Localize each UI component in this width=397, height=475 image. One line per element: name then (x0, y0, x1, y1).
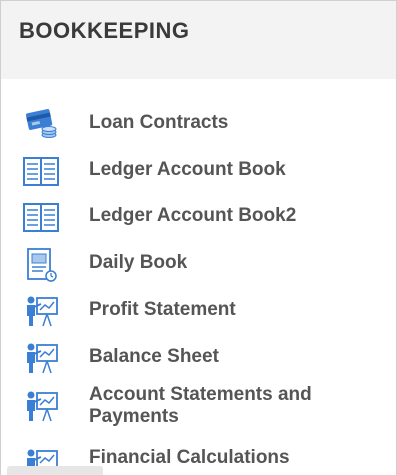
menu-label-ledger-account-book: Ledger Account Book (89, 159, 286, 180)
menu-item-ledger-account-book[interactable]: Ledger Account Book (1, 150, 396, 190)
menu-item-balance-sheet[interactable]: Balance Sheet (1, 337, 396, 377)
bookkeeping-panel: BOOKKEEPING Loan Contracts Ledger Accoun… (0, 0, 397, 475)
menu-item-profit-statement[interactable]: Profit Statement (1, 290, 396, 330)
menu-label-daily-book: Daily Book (89, 252, 188, 273)
presentation-icon (21, 387, 61, 427)
presentation-icon (21, 292, 61, 332)
menu-label-account-statements-and-payments: Account Statements and Payments (89, 384, 312, 427)
menu-label-profit-statement: Profit Statement (89, 299, 236, 320)
loan-card-icon (21, 105, 61, 145)
panel-title: BOOKKEEPING (19, 18, 190, 43)
menu-item-daily-book[interactable]: Daily Book (1, 243, 396, 283)
menu-item-account-statements-and-payments[interactable]: Account Statements and Payments (1, 382, 396, 432)
ledger-book-icon (21, 198, 61, 238)
presentation-icon (21, 339, 61, 379)
panel-header: BOOKKEEPING (1, 1, 396, 79)
menu-item-ledger-account-book2[interactable]: Ledger Account Book2 (1, 196, 396, 236)
menu-label-ledger-account-book2: Ledger Account Book2 (89, 205, 297, 226)
menu-label-loan-contracts: Loan Contracts (89, 112, 229, 133)
menu-label-financial-calculations: Financial Calculations (89, 447, 290, 468)
menu-item-loan-contracts[interactable]: Loan Contracts (1, 103, 396, 143)
ledger-book-icon (21, 152, 61, 192)
daily-book-icon (21, 245, 61, 285)
menu-label-balance-sheet: Balance Sheet (89, 346, 219, 367)
